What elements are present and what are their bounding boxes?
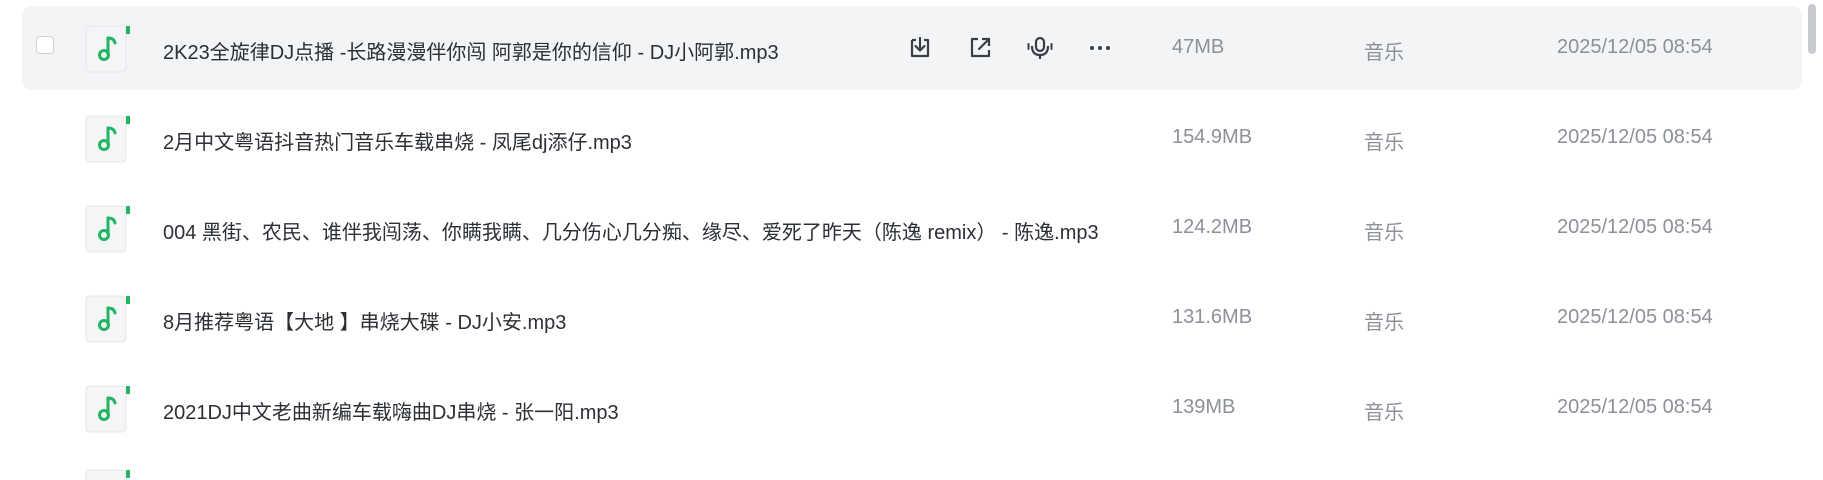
vertical-scrollbar[interactable] [1808,4,1816,54]
download-button[interactable] [902,30,938,66]
share-button[interactable] [962,30,998,66]
file-type: 音乐 [1364,402,1404,424]
row-checkbox[interactable] [36,36,54,54]
file-name[interactable]: 004 黑街、农民、谁伴我闯荡、你瞒我瞒、几分伤心几分痴、缘尽、爱死了昨天（陈逸… [163,216,1099,245]
share-icon [970,37,991,58]
file-size: 131.6MB [1172,306,1253,328]
file-size: 139MB [1172,396,1236,418]
music-note-icon [85,469,130,480]
file-size: 154.9MB [1172,126,1253,148]
file-type: 音乐 [1364,132,1404,154]
row-actions [902,30,1142,66]
file-row[interactable]: 2K23全旋律DJ点播 -长路漫漫伴你闯 阿郭是你的信仰 - DJ小阿郭.mp3 [22,6,1802,90]
file-name[interactable]: 2021DJ中文老曲新编车载嗨曲DJ串烧 - 张一阳.mp3 [163,396,619,425]
file-size: 124.2MB [1172,216,1253,238]
file-name[interactable]: 2月中文粤语抖音热门音乐车载串烧 - 凤尾dj添仔.mp3 [163,126,632,155]
music-note-icon [85,385,130,433]
music-note-icon [85,295,130,343]
more-button[interactable] [1082,30,1118,66]
music-note-icon [85,25,130,73]
music-note-icon [85,205,130,253]
file-size: 47MB [1172,36,1225,58]
file-date: 2025/12/05 08:54 [1557,126,1713,148]
music-note-icon [85,115,130,163]
file-list: 2K23全旋律DJ点播 -长路漫漫伴你闯 阿郭是你的信仰 - DJ小阿郭.mp3 [0,0,1823,480]
file-type: 音乐 [1364,42,1404,64]
file-row[interactable]: 004 黑街、农民、谁伴我闯荡、你瞒我瞒、几分伤心几分痴、缘尽、爱死了昨天（陈逸… [22,186,1802,270]
file-row[interactable]: 8月推荐粤语【大地 】串烧大碟 - DJ小安.mp3 131.6MB 音乐 20… [22,276,1802,360]
file-name[interactable]: 8月推荐粤语【大地 】串烧大碟 - DJ小安.mp3 [163,306,566,335]
file-type: 音乐 [1364,222,1404,244]
file-date: 2025/12/05 08:54 [1557,306,1713,328]
file-date: 2025/12/05 08:54 [1557,396,1713,418]
file-type: 音乐 [1364,312,1404,334]
download-icon [910,36,930,58]
file-row[interactable]: 2月中文粤语抖音热门音乐车载串烧 - 凤尾dj添仔.mp3 154.9MB 音乐… [22,96,1802,180]
file-date: 2025/12/05 08:54 [1557,216,1713,238]
file-row[interactable]: 2021DJ中文老曲新编车载嗨曲DJ串烧 - 张一阳.mp3 139MB 音乐 … [22,366,1802,450]
more-icon [1090,46,1110,50]
speech-to-text-icon [1027,36,1053,59]
file-date: 2025/12/05 08:54 [1557,36,1713,58]
file-name[interactable]: 2K23全旋律DJ点播 -长路漫漫伴你闯 阿郭是你的信仰 - DJ小阿郭.mp3 [163,36,779,65]
speech-to-text-button[interactable] [1022,30,1058,66]
